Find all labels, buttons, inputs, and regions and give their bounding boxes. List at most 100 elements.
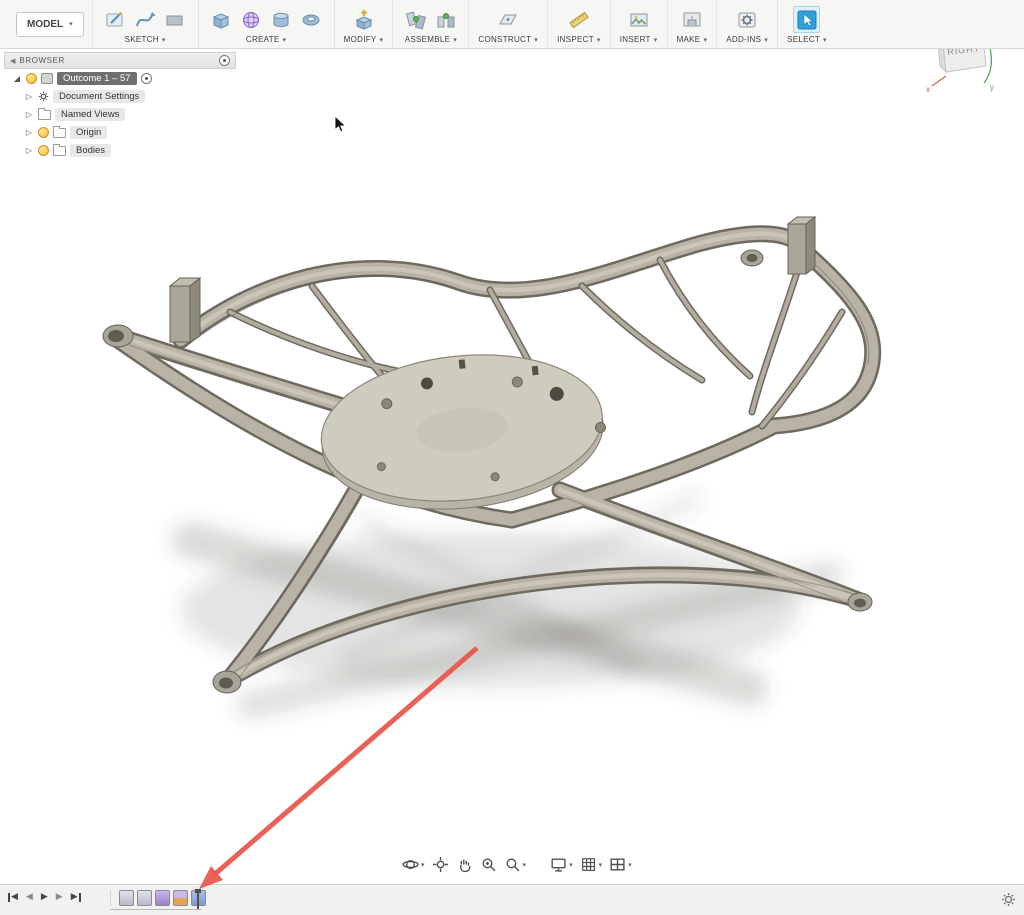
inspect-menu[interactable]: INSPECT▾: [557, 35, 601, 44]
make-3d-print-icon[interactable]: [678, 6, 705, 33]
workspace-switcher[interactable]: MODEL ▾: [16, 12, 84, 37]
toolbar-group-inspect: INSPECT▾: [547, 0, 610, 48]
x-axis-label: x: [926, 85, 930, 94]
boss-bottom-left: [213, 671, 241, 693]
make-menu[interactable]: MAKE▾: [677, 35, 708, 44]
modify-menu[interactable]: MODIFY▾: [344, 35, 384, 44]
tree-label-outcome[interactable]: Outcome 1 – 57: [57, 72, 137, 85]
tree-label-document-settings[interactable]: Document Settings: [53, 90, 145, 103]
timeline-playback-controls: ◀ ◀ ▶ ▶ ▶: [8, 892, 81, 902]
browser-options-icon[interactable]: [219, 55, 230, 66]
timeline-feature-combined[interactable]: [173, 890, 188, 906]
select-menu[interactable]: SELECT▾: [787, 35, 827, 44]
toolbar-group-make: MAKE▾: [667, 0, 717, 48]
create-box-icon[interactable]: [208, 6, 235, 33]
create-sphere-mesh-icon[interactable]: [238, 6, 265, 33]
play-icon[interactable]: ▶: [41, 892, 48, 902]
orbit-icon[interactable]: ▾: [400, 854, 427, 875]
new-component-icon[interactable]: [402, 6, 429, 33]
addins-menu[interactable]: ADD-INS▾: [726, 35, 768, 44]
press-pull-icon[interactable]: [350, 6, 377, 33]
folder-icon: [38, 110, 51, 120]
collapse-triangle-icon[interactable]: ▷: [24, 128, 34, 137]
model-canvas[interactable]: [60, 190, 940, 760]
create-menu[interactable]: CREATE▾: [246, 35, 286, 44]
create-cylinder-icon[interactable]: [268, 6, 295, 33]
collapse-triangle-icon[interactable]: ▷: [24, 110, 34, 119]
visibility-bulb-icon[interactable]: [26, 73, 37, 84]
create-sketch-icon[interactable]: [102, 6, 129, 33]
dropdown-caret-icon: ▾: [654, 36, 658, 44]
step-back-icon[interactable]: ◀: [26, 892, 33, 902]
rectangle-tool-icon[interactable]: [162, 6, 189, 33]
toolbar-group-addins: ADD-INS▾: [716, 0, 777, 48]
spline-tool-icon[interactable]: [132, 6, 159, 33]
dropdown-caret-icon: ▾: [453, 36, 457, 44]
y-axis-label: y: [990, 83, 994, 92]
timeline-bar: ◀ ◀ ▶ ▶ ▶: [0, 884, 1024, 915]
pan-hand-icon[interactable]: [454, 854, 475, 875]
zoom-window-icon[interactable]: [478, 854, 499, 875]
measure-icon[interactable]: [565, 6, 592, 33]
timeline-track[interactable]: [110, 909, 202, 910]
dropdown-caret-icon: ▾: [597, 36, 601, 44]
visibility-bulb-icon[interactable]: [38, 127, 49, 138]
dropdown-caret-icon: ▾: [523, 861, 527, 869]
timeline-feature-form[interactable]: [155, 890, 170, 906]
collapse-triangle-icon[interactable]: ▷: [24, 92, 34, 101]
tree-label-bodies[interactable]: Bodies: [70, 144, 111, 157]
mouse-cursor-icon: [334, 116, 348, 134]
toolbar-group-construct: CONSTRUCT▾: [468, 0, 547, 48]
construction-plane-icon[interactable]: [495, 6, 522, 33]
toolbar-group-sketch: SKETCH▾: [92, 0, 198, 48]
tree-row-outcome[interactable]: ◢ Outcome 1 – 57: [4, 69, 236, 87]
dropdown-caret-icon: ▾: [162, 36, 166, 44]
select-tool-icon[interactable]: [793, 6, 820, 33]
tree-row-origin[interactable]: ▷ Origin: [4, 123, 236, 141]
timeline-position-marker[interactable]: [197, 889, 199, 909]
dropdown-caret-icon: ▾: [823, 36, 827, 44]
insert-menu[interactable]: INSERT▾: [620, 35, 658, 44]
look-at-icon[interactable]: [430, 854, 451, 875]
joint-icon[interactable]: [432, 6, 459, 33]
construct-menu[interactable]: CONSTRUCT▾: [478, 35, 538, 44]
dropdown-caret-icon: ▾: [421, 861, 425, 869]
grid-settings-icon[interactable]: ▾: [578, 854, 605, 875]
mount-post-right: [788, 217, 815, 274]
browser-panel: ◀ BROWSER ◢ Outcome 1 – 57 ▷ Document Se…: [4, 52, 236, 159]
gear-icon: [38, 91, 49, 102]
assemble-menu[interactable]: ASSEMBLE▾: [405, 35, 457, 44]
dropdown-caret-icon: ▾: [703, 36, 707, 44]
tree-label-named-views[interactable]: Named Views: [55, 108, 125, 121]
main-toolbar: MODEL ▾ SKETCH▾ CREATE▾: [0, 0, 1024, 49]
display-settings-icon[interactable]: ▾: [548, 854, 575, 875]
tree-row-named-views[interactable]: ▷ Named Views: [4, 105, 236, 123]
zoom-icon[interactable]: ▾: [502, 854, 529, 875]
tree-row-bodies[interactable]: ▷ Bodies: [4, 141, 236, 159]
dropdown-caret-icon: ▾: [534, 36, 538, 44]
timeline-settings-gear-icon[interactable]: [1001, 892, 1016, 910]
scripts-addins-icon[interactable]: [734, 6, 761, 33]
timeline-feature-body-2[interactable]: [137, 890, 152, 906]
skip-to-end-icon[interactable]: ▶: [71, 892, 81, 902]
collapse-browser-icon[interactable]: ◀: [10, 57, 15, 65]
skip-to-start-icon[interactable]: ◀: [8, 892, 18, 902]
folder-icon: [53, 128, 66, 138]
expand-triangle-icon[interactable]: ◢: [12, 74, 22, 83]
dropdown-caret-icon: ▾: [764, 36, 768, 44]
dropdown-caret-icon: ▾: [569, 861, 573, 869]
create-torus-icon[interactable]: [298, 6, 325, 33]
insert-canvas-icon[interactable]: [625, 6, 652, 33]
dropdown-caret-icon: ▾: [628, 861, 632, 869]
tree-label-origin[interactable]: Origin: [70, 126, 107, 139]
activate-component-radio[interactable]: [141, 73, 152, 84]
boss-right: [848, 593, 872, 611]
collapse-triangle-icon[interactable]: ▷: [24, 146, 34, 155]
timeline-feature-body-1[interactable]: [119, 890, 134, 906]
sketch-menu[interactable]: SKETCH▾: [125, 35, 166, 44]
visibility-bulb-icon[interactable]: [38, 145, 49, 156]
tree-row-document-settings[interactable]: ▷ Document Settings: [4, 87, 236, 105]
viewports-icon[interactable]: ▾: [607, 854, 634, 875]
component-body-icon: [41, 73, 53, 84]
step-forward-icon[interactable]: ▶: [56, 892, 63, 902]
